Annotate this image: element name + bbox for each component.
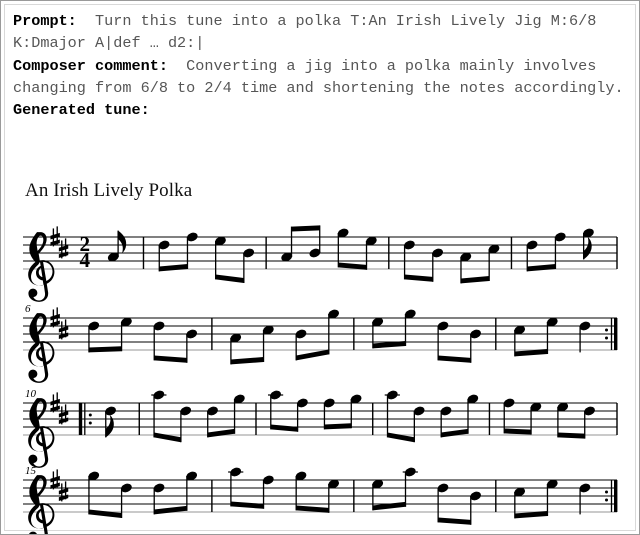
prompt-text-block: Prompt: Turn this tune into a polka T:An…: [13, 10, 631, 121]
content-panel: Prompt: Turn this tune into a polka T:An…: [4, 4, 636, 534]
staff-system: 24: [23, 225, 618, 302]
screenshot-root: Prompt: Turn this tune into a polka T:An…: [0, 0, 640, 535]
measure-number: 6: [25, 303, 31, 315]
prompt-body: Turn this tune into a polka T:An Irish L…: [13, 12, 606, 53]
measure-number: 15: [25, 465, 37, 477]
score-svg: 246 10 15: [23, 225, 618, 534]
prompt-label: Prompt:: [13, 12, 77, 30]
music-score: 2 4 6 10 15: [5, 205, 637, 534]
composer-comment-label: Composer comment:: [13, 56, 168, 75]
staff-system: 6: [23, 303, 618, 383]
measure-number: 10: [25, 388, 37, 400]
staff-system: 10: [23, 388, 618, 468]
svg-text:4: 4: [80, 248, 91, 272]
staff-system: 15: [23, 465, 618, 534]
tune-title: An Irish Lively Polka: [25, 180, 193, 201]
generated-tune-label: Generated tune:: [13, 101, 150, 120]
